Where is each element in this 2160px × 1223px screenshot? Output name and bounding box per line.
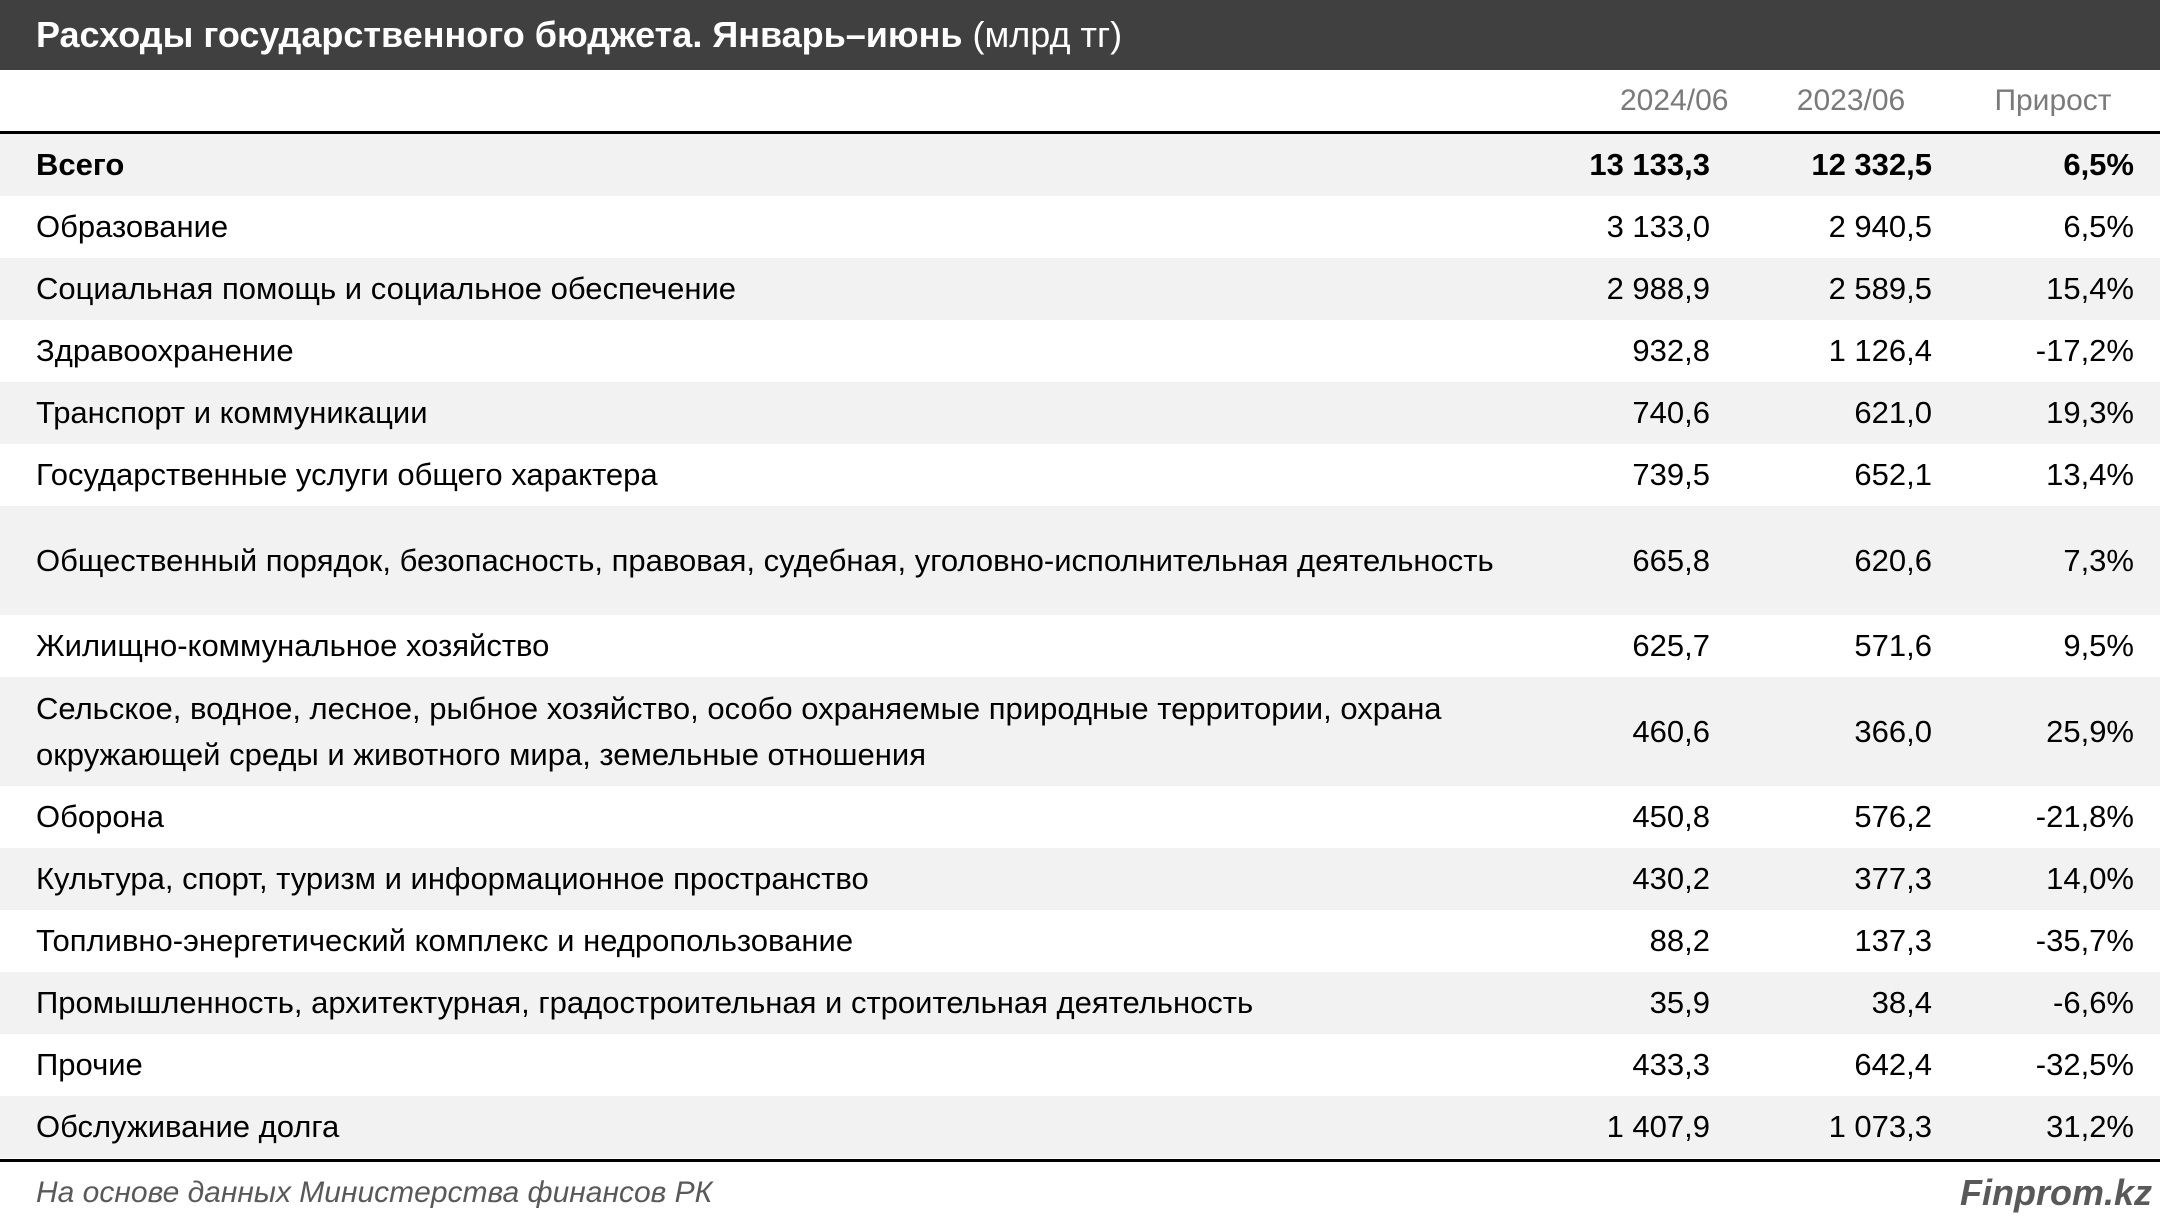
row-label: Сельское, водное, лесное, рыбное хозяйст… bbox=[36, 690, 1442, 772]
table-row: Образование 3 133,0 2 940,5 6,5% bbox=[0, 196, 2160, 258]
growth-value: -32,5% bbox=[2035, 1047, 2134, 1082]
table-row: Сельское, водное, лесное, рыбное хозяйст… bbox=[0, 677, 2160, 786]
value-2024: 430,2 bbox=[1632, 861, 1710, 896]
value-2024: 433,3 bbox=[1632, 1047, 1710, 1082]
table-row: Культура, спорт, туризм и информационное… bbox=[0, 848, 2160, 910]
table-row: Топливно-энергетический комплекс и недро… bbox=[0, 910, 2160, 972]
chart-unit: (млрд тг) bbox=[972, 14, 1123, 55]
growth-value: 13,4% bbox=[2046, 457, 2134, 492]
table-body: Всего 13 133,3 12 332,5 6,5% Образование 3 13… bbox=[0, 134, 2160, 1158]
growth-value: 6,5% bbox=[2063, 209, 2134, 244]
growth-value: -21,8% bbox=[2035, 799, 2134, 834]
growth-value: 19,3% bbox=[2046, 395, 2134, 430]
value-2023: 1 073,3 bbox=[1828, 1109, 1932, 1144]
value-2024: 665,8 bbox=[1632, 542, 1710, 578]
value-2023: 571,6 bbox=[1854, 628, 1932, 663]
row-label: Социальная помощь и социальное обеспечен… bbox=[36, 271, 737, 306]
table-row: Прочие 433,3 642,4 -32,5% bbox=[0, 1034, 2160, 1096]
row-label: Обслуживание долга bbox=[36, 1109, 340, 1144]
value-2024: 932,8 bbox=[1632, 333, 1710, 368]
value-2024: 2 988,9 bbox=[1606, 271, 1710, 306]
chart-title: Расходы государственного бюджета. Январь… bbox=[36, 14, 963, 55]
value-2024: 35,9 bbox=[1649, 985, 1710, 1020]
growth-value: 31,2% bbox=[2046, 1109, 2134, 1144]
table-row: Жилищно-коммунальное хозяйство 625,7 571,6… bbox=[0, 615, 2160, 677]
brand-logo: Finprom.kz bbox=[1959, 1171, 2152, 1213]
value-2023: 621,0 bbox=[1854, 395, 1932, 430]
value-2024: 739,5 bbox=[1632, 457, 1710, 492]
table-header: 2024/06 2023/06 Прирост bbox=[0, 70, 2160, 134]
row-label: Культура, спорт, туризм и информационное… bbox=[36, 861, 869, 896]
value-2024: 740,6 bbox=[1632, 395, 1710, 430]
value-2023: 620,6 bbox=[1854, 542, 1932, 578]
table-row: Государственные услуги общего характера 7… bbox=[0, 444, 2160, 506]
value-2023: 366,0 bbox=[1854, 713, 1932, 749]
value-2023: 12 332,5 bbox=[1811, 147, 1932, 182]
value-2023: 576,2 bbox=[1854, 799, 1932, 834]
growth-value: 6,5% bbox=[2063, 147, 2134, 182]
value-2023: 2 589,5 bbox=[1828, 271, 1932, 306]
table-row: Оборона 450,8 576,2 -21,8% bbox=[0, 786, 2160, 848]
value-2024: 1 407,9 bbox=[1606, 1109, 1710, 1144]
growth-value: 15,4% bbox=[2046, 271, 2134, 306]
row-label: Прочие bbox=[36, 1047, 143, 1082]
value-2023: 1 126,4 bbox=[1828, 333, 1932, 368]
budget-table: 2024/06 2023/06 Прирост Всего 13 133,3 12 … bbox=[0, 70, 2160, 1158]
value-2023: 652,1 bbox=[1854, 457, 1932, 492]
value-2024: 13 133,3 bbox=[1589, 147, 1710, 182]
row-label: Промышленность, архитектурная, градостро… bbox=[36, 985, 1254, 1020]
header-2023: 2023/06 bbox=[1796, 83, 1906, 117]
growth-value: -6,6% bbox=[2053, 985, 2134, 1020]
row-label: Топливно-энергетический комплекс и недро… bbox=[36, 923, 854, 958]
title-bar: Расходы государственного бюджета. Январь… bbox=[0, 0, 2160, 70]
table-row: Здравоохранение 932,8 1 126,4 -17,2% bbox=[0, 320, 2160, 382]
value-2023: 137,3 bbox=[1854, 923, 1932, 958]
growth-value: 9,5% bbox=[2063, 628, 2134, 663]
table-row: Общественный порядок, безопасность, прав… bbox=[0, 506, 2160, 615]
value-2024: 460,6 bbox=[1632, 713, 1710, 749]
growth-value: -17,2% bbox=[2035, 333, 2134, 368]
value-2023: 2 940,5 bbox=[1828, 209, 1932, 244]
row-label: Общественный порядок, безопасность, прав… bbox=[36, 542, 1494, 578]
row-label: Государственные услуги общего характера bbox=[36, 457, 658, 492]
growth-value: -35,7% bbox=[2035, 923, 2134, 958]
header-2024: 2024/06 bbox=[1620, 83, 1729, 117]
row-label: Здравоохранение bbox=[36, 333, 294, 368]
table-row-total: Всего 13 133,3 12 332,5 6,5% bbox=[0, 134, 2160, 196]
value-2023: 377,3 bbox=[1854, 861, 1932, 896]
table-row: Транспорт и коммуникации 740,6 621,0 19,3% bbox=[0, 382, 2160, 444]
row-label: Оборона bbox=[36, 799, 164, 834]
table-row: Обслуживание долга 1 407,9 1 073,3 31,2% bbox=[0, 1096, 2160, 1158]
row-label: Всего bbox=[36, 147, 125, 182]
growth-value: 14,0% bbox=[2046, 861, 2134, 896]
row-label: Жилищно-коммунальное хозяйство bbox=[36, 628, 550, 663]
header-growth: Прирост bbox=[1994, 83, 2112, 117]
source-note: На основе данных Министерства финансов Р… bbox=[36, 1175, 713, 1209]
growth-value: 25,9% bbox=[2046, 713, 2134, 749]
value-2023: 38,4 bbox=[1871, 985, 1932, 1020]
value-2024: 450,8 bbox=[1632, 799, 1710, 834]
table-row: Социальная помощь и социальное обеспечен… bbox=[0, 258, 2160, 320]
footer: На основе данных Министерства финансов Р… bbox=[0, 1159, 2160, 1223]
growth-value: 7,3% bbox=[2063, 542, 2134, 578]
value-2023: 642,4 bbox=[1854, 1047, 1932, 1082]
value-2024: 625,7 bbox=[1632, 628, 1710, 663]
value-2024: 88,2 bbox=[1649, 923, 1710, 958]
table-row: Промышленность, архитектурная, градостро… bbox=[0, 972, 2160, 1034]
row-label: Транспорт и коммуникации bbox=[36, 395, 428, 430]
row-label: Образование bbox=[36, 209, 229, 244]
value-2024: 3 133,0 bbox=[1606, 209, 1710, 244]
